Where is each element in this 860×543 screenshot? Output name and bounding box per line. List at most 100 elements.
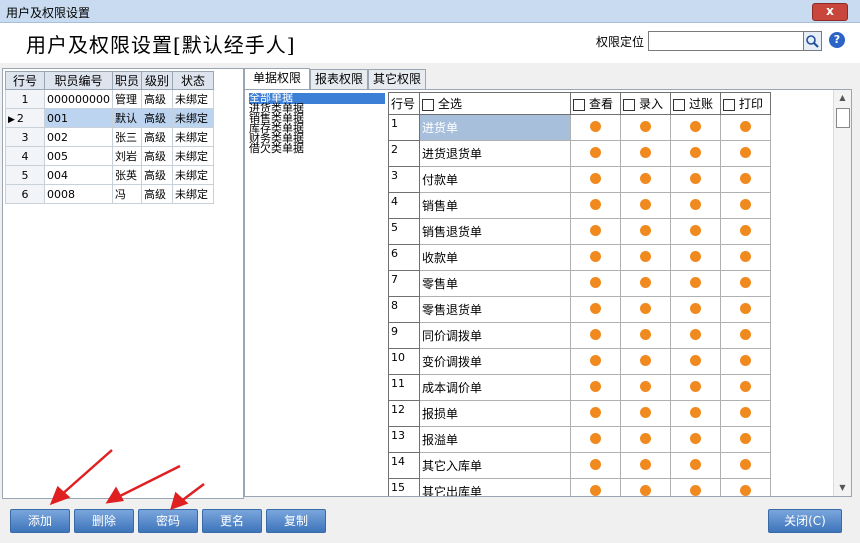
perm-cell-view[interactable]	[570, 218, 621, 245]
perm-cell-print[interactable]	[720, 114, 771, 141]
perm-cell-post[interactable]	[670, 218, 721, 245]
perm-cell-post[interactable]	[670, 296, 721, 323]
perm-cell-entry[interactable]	[620, 348, 671, 375]
perm-cell-view[interactable]	[570, 348, 621, 375]
perm-cell-view[interactable]	[570, 114, 621, 141]
perm-cell-print[interactable]	[720, 426, 771, 453]
perm-cell-post[interactable]	[670, 270, 721, 297]
post-all-checkbox[interactable]	[673, 98, 685, 111]
perm-cell-post[interactable]	[670, 400, 721, 427]
perm-cell-post[interactable]	[670, 426, 721, 453]
view-all-checkbox[interactable]	[573, 98, 585, 111]
table-row[interactable]: 5 销售退货单	[388, 218, 771, 245]
perm-cell-view[interactable]	[570, 478, 621, 496]
tab-document-permissions[interactable]: 单据权限	[244, 68, 310, 89]
grid-col-all[interactable]: 全选	[419, 92, 571, 115]
perm-cell-view[interactable]	[570, 166, 621, 193]
close-button[interactable]: 关闭(C)	[768, 509, 842, 533]
perm-cell-post[interactable]	[670, 478, 721, 496]
perm-cell-view[interactable]	[570, 322, 621, 349]
perm-cell-view[interactable]	[570, 270, 621, 297]
perm-cell-entry[interactable]	[620, 114, 671, 141]
perm-cell-post[interactable]	[670, 114, 721, 141]
perm-cell-view[interactable]	[570, 452, 621, 479]
perm-cell-print[interactable]	[720, 374, 771, 401]
perm-cell-print[interactable]	[720, 400, 771, 427]
delete-button[interactable]: 删除	[74, 509, 134, 533]
perm-cell-entry[interactable]	[620, 244, 671, 271]
table-row[interactable]: 13 报溢单	[388, 426, 771, 453]
perm-cell-print[interactable]	[720, 348, 771, 375]
copy-button[interactable]: 复制	[266, 509, 326, 533]
perm-cell-post[interactable]	[670, 192, 721, 219]
tab-other-permissions[interactable]: 其它权限	[368, 69, 426, 89]
table-row[interactable]: 4 销售单	[388, 192, 771, 219]
rename-button[interactable]: 更名	[202, 509, 262, 533]
perm-cell-print[interactable]	[720, 452, 771, 479]
table-row[interactable]: 1 进货单	[388, 114, 771, 141]
perm-cell-entry[interactable]	[620, 192, 671, 219]
grid-col-entry[interactable]: 录入	[620, 92, 671, 115]
perm-cell-entry[interactable]	[620, 166, 671, 193]
locate-search-button[interactable]	[803, 31, 822, 51]
perm-cell-view[interactable]	[570, 192, 621, 219]
grid-col-print[interactable]: 打印	[720, 92, 771, 115]
table-row[interactable]: 8 零售退货单	[388, 296, 771, 323]
perm-cell-entry[interactable]	[620, 322, 671, 349]
entry-all-checkbox[interactable]	[623, 98, 635, 111]
print-all-checkbox[interactable]	[723, 98, 735, 111]
locate-input[interactable]	[648, 31, 804, 51]
tab-report-permissions[interactable]: 报表权限	[310, 69, 368, 89]
table-row[interactable]: 10 变价调拨单	[388, 348, 771, 375]
perm-cell-view[interactable]	[570, 244, 621, 271]
perm-cell-post[interactable]	[670, 452, 721, 479]
perm-cell-post[interactable]	[670, 140, 721, 167]
perm-cell-print[interactable]	[720, 166, 771, 193]
perm-cell-print[interactable]	[720, 478, 771, 496]
table-row[interactable]: 5 004 张英 高级 未绑定	[5, 165, 214, 185]
table-row[interactable]: 7 零售单	[388, 270, 771, 297]
table-row[interactable]: 9 同价调拨单	[388, 322, 771, 349]
perm-cell-print[interactable]	[720, 192, 771, 219]
perm-cell-view[interactable]	[570, 140, 621, 167]
table-row[interactable]: 14 其它入库单	[388, 452, 771, 479]
perm-cell-print[interactable]	[720, 140, 771, 167]
perm-cell-print[interactable]	[720, 218, 771, 245]
table-row[interactable]: 2 进货退货单	[388, 140, 771, 167]
perm-cell-post[interactable]	[670, 166, 721, 193]
perm-cell-print[interactable]	[720, 296, 771, 323]
perm-cell-entry[interactable]	[620, 374, 671, 401]
table-row[interactable]: 3 付款单	[388, 166, 771, 193]
table-row[interactable]: 3 002 张三 高级 未绑定	[5, 127, 214, 147]
perm-cell-post[interactable]	[670, 244, 721, 271]
perm-cell-entry[interactable]	[620, 400, 671, 427]
table-row[interactable]: ▶ 2 001 默认 高级 未绑定	[5, 108, 214, 128]
perm-cell-print[interactable]	[720, 270, 771, 297]
perm-cell-post[interactable]	[670, 348, 721, 375]
add-button[interactable]: 添加	[10, 509, 70, 533]
perm-cell-entry[interactable]	[620, 478, 671, 496]
perm-cell-post[interactable]	[670, 374, 721, 401]
perm-cell-entry[interactable]	[620, 452, 671, 479]
scroll-up-icon[interactable]: ▲	[834, 90, 851, 106]
perm-cell-entry[interactable]	[620, 296, 671, 323]
perm-cell-print[interactable]	[720, 244, 771, 271]
select-all-checkbox[interactable]	[422, 98, 434, 111]
grid-col-view[interactable]: 查看	[570, 92, 621, 115]
perm-cell-view[interactable]	[570, 426, 621, 453]
perm-cell-entry[interactable]	[620, 218, 671, 245]
help-icon[interactable]: ?	[829, 32, 845, 48]
close-window-button[interactable]: x	[812, 3, 848, 21]
scroll-thumb[interactable]	[836, 108, 850, 128]
tree-item-debt[interactable]: 借欠类单据	[249, 143, 387, 154]
perm-cell-entry[interactable]	[620, 270, 671, 297]
table-row[interactable]: 11 成本调价单	[388, 374, 771, 401]
vertical-scrollbar[interactable]: ▲ ▼	[833, 90, 851, 496]
perm-cell-view[interactable]	[570, 374, 621, 401]
table-row[interactable]: 12 报损单	[388, 400, 771, 427]
table-row[interactable]: 1 000000000 管理 高级 未绑定	[5, 89, 214, 109]
perm-cell-post[interactable]	[670, 322, 721, 349]
perm-cell-entry[interactable]	[620, 426, 671, 453]
grid-col-post[interactable]: 过账	[670, 92, 721, 115]
table-row[interactable]: 6 0008 冯高级 未绑定	[5, 184, 214, 204]
